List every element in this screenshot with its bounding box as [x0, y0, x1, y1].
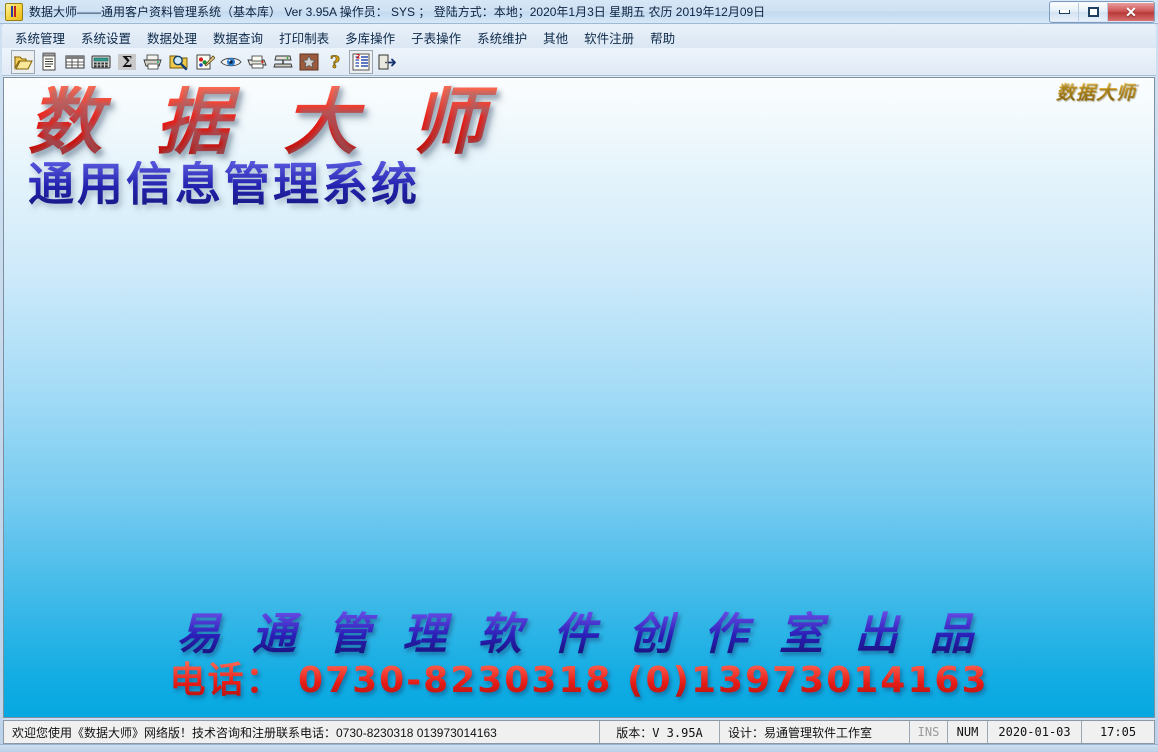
network-server-icon	[273, 53, 293, 71]
close-button[interactable]: ✕	[1108, 3, 1154, 21]
menu-multi-db[interactable]: 多库操作	[338, 26, 402, 49]
headline-main-title: 数 据 大 师	[28, 85, 568, 159]
toolbar-record-button[interactable]	[37, 50, 61, 74]
window-controls: ✕	[1049, 1, 1155, 23]
toolbar-network-button[interactable]	[271, 50, 295, 74]
search-zoom-icon	[169, 53, 189, 71]
eye-preview-icon	[220, 54, 242, 70]
menu-data-query[interactable]: 数据查询	[206, 26, 270, 49]
splash-footer-art: 易 通 管 理 软 件 创 作 室 出 品 电话： 0730-8230318 (…	[4, 610, 1154, 701]
splash-headline: 数 据 大 师 通用信息管理系统	[28, 85, 568, 207]
toolbar-print-button[interactable]	[141, 50, 165, 74]
headline-subtitle: 通用信息管理系统	[28, 161, 568, 207]
document-list-icon	[40, 52, 58, 72]
menu-other[interactable]: 其他	[536, 26, 575, 49]
corner-brand-logo: 数据大师	[1056, 78, 1136, 105]
menu-subtable[interactable]: 子表操作	[404, 26, 468, 49]
help-question-icon: ?	[327, 53, 343, 71]
toolbar-table-button[interactable]	[63, 50, 87, 74]
menu-data-process[interactable]: 数据处理	[140, 26, 204, 49]
toolbar-open-button[interactable]	[11, 49, 35, 74]
menu-system-settings[interactable]: 系统设置	[74, 26, 138, 49]
status-version: 版本：V 3.95A	[600, 721, 720, 743]
toolbar-plugin-button[interactable]	[297, 50, 321, 74]
maximize-icon	[1087, 7, 1099, 17]
calculator-icon	[91, 54, 111, 70]
menu-help[interactable]: 帮助	[643, 26, 682, 49]
menu-system-manage[interactable]: 系统管理	[8, 26, 72, 49]
title-bar: 数据大师——通用客户资料管理系统（基本库） Ver 3.95A 操作员： SYS…	[0, 0, 1158, 24]
maximize-button[interactable]	[1079, 3, 1108, 21]
svg-text:2: 2	[356, 53, 360, 60]
window-title: 数据大师——通用客户资料管理系统（基本库） Ver 3.95A 操作员： SYS…	[29, 5, 766, 19]
toolbar-color-print-button[interactable]	[245, 50, 269, 74]
toolbar-report-button[interactable]: 2	[349, 49, 373, 74]
print-color-icon	[246, 54, 268, 70]
minimize-icon	[1058, 10, 1070, 14]
status-num-indicator: NUM	[948, 721, 988, 743]
svg-text:Σ: Σ	[122, 53, 133, 71]
status-ins-indicator: INS	[910, 721, 948, 743]
open-folder-icon	[13, 53, 33, 71]
exit-door-icon	[377, 53, 397, 71]
minimize-button[interactable]	[1050, 3, 1079, 21]
toolbar: Σ ? 2	[2, 48, 1156, 76]
toolbar-query-button[interactable]	[167, 50, 191, 74]
application-window: 数据大师——通用客户资料管理系统（基本库） Ver 3.95A 操作员： SYS…	[0, 0, 1158, 752]
window-frame-bottom	[0, 744, 1158, 752]
app-logo-icon	[5, 2, 23, 21]
report-list-icon: 2	[351, 53, 371, 71]
toolbar-exit-button[interactable]	[375, 50, 399, 74]
toolbar-help-button[interactable]: ?	[323, 50, 347, 74]
status-time: 17:05	[1099, 725, 1137, 739]
sigma-sum-icon: Σ	[117, 53, 137, 71]
svg-text:?: ?	[330, 53, 340, 71]
status-bar: 欢迎您使用《数据大师》网络版！技术咨询和注册联系电话：0730-8230318 …	[3, 720, 1155, 744]
menu-bar: 系统管理 系统设置 数据处理 数据查询 打印制表 多库操作 子表操作 系统维护 …	[2, 26, 1156, 48]
printer-icon	[142, 53, 164, 71]
menu-system-maintain[interactable]: 系统维护	[470, 26, 534, 49]
puzzle-star-icon	[299, 53, 319, 71]
grid-table-icon	[65, 54, 85, 70]
edit-pen-chart-icon	[195, 53, 215, 71]
toolbar-sum-button[interactable]: Σ	[115, 50, 139, 74]
status-date: 2020-01-03	[988, 721, 1082, 743]
toolbar-edit-button[interactable]	[193, 50, 217, 74]
mdi-client-area: 数据大师 数 据 大 师 通用信息管理系统 易 通 管 理 软 件 创 作 室 …	[3, 77, 1155, 718]
status-designer: 设计：易通管理软件工作室	[720, 721, 910, 743]
studio-credit-line: 易 通 管 理 软 件 创 作 室 出 品	[4, 610, 1154, 659]
close-icon: ✕	[1125, 4, 1137, 20]
menu-register[interactable]: 软件注册	[577, 26, 641, 49]
menu-print-table[interactable]: 打印制表	[272, 26, 336, 49]
status-message: 欢迎您使用《数据大师》网络版！技术咨询和注册联系电话：0730-8230318 …	[4, 721, 600, 743]
toolbar-preview-button[interactable]	[219, 50, 243, 74]
toolbar-calculator-button[interactable]	[89, 50, 113, 74]
contact-phone-line: 电话： 0730-8230318 (0)13973014163	[4, 661, 1154, 701]
